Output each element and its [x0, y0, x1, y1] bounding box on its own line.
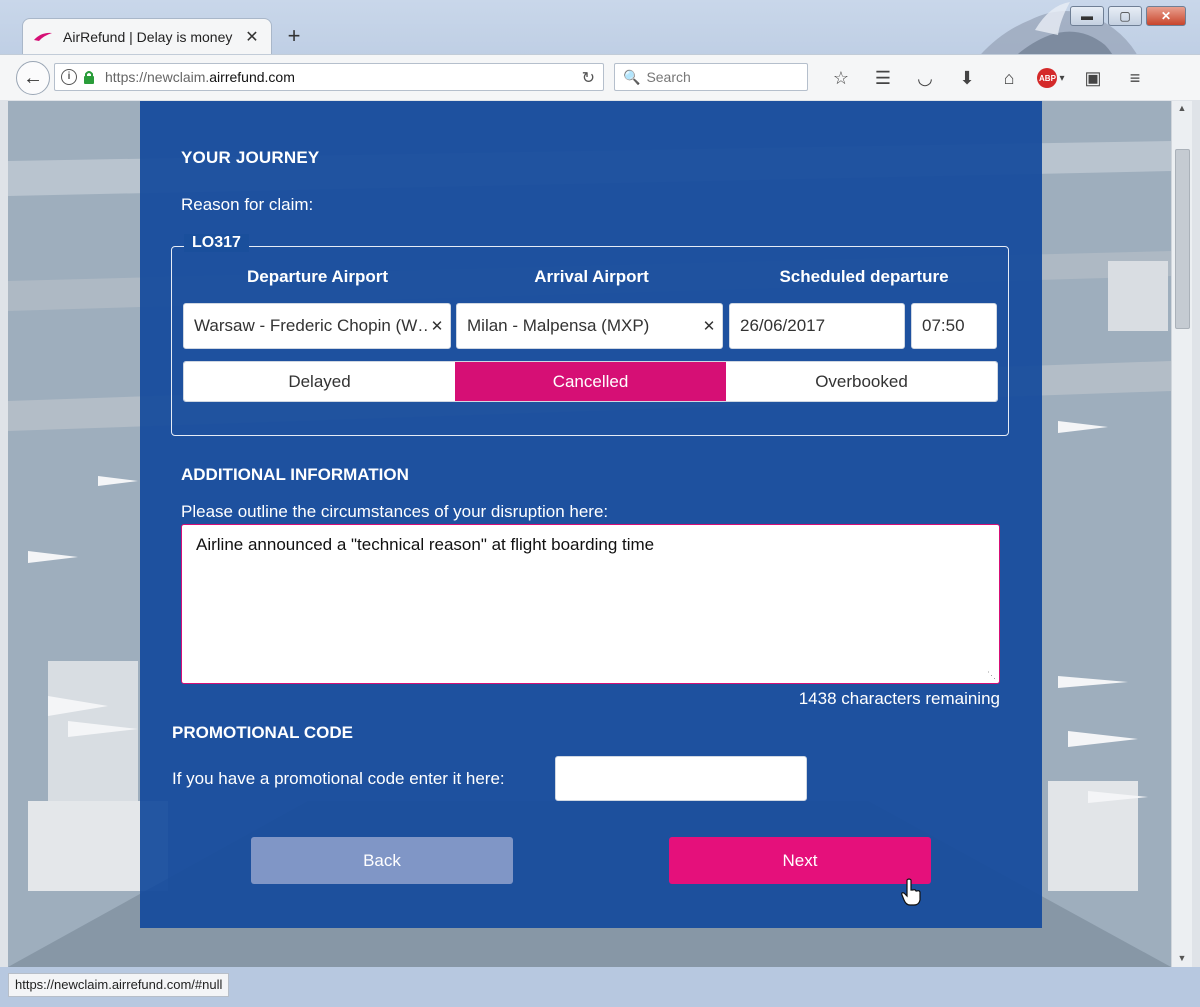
- browser-chrome: AirRefund | Delay is money ✕ + ▬ ▢ ✕ ← i…: [0, 0, 1200, 100]
- url-bar[interactable]: i https://newclaim. airrefund.com ↻: [54, 63, 604, 91]
- reading-list-icon[interactable]: ☰: [862, 65, 904, 91]
- url-host: airrefund.com: [209, 69, 295, 85]
- search-placeholder: Search: [646, 69, 691, 85]
- pocket-icon[interactable]: ◡: [904, 65, 946, 91]
- adblock-plus-icon[interactable]: ABP ▾: [1030, 65, 1072, 91]
- flight-fieldset: LO317 Departure Airport Arrival Airport …: [171, 234, 1009, 436]
- promotional-code-heading: PROMOTIONAL CODE: [172, 723, 354, 742]
- claim-reason-selector: Delayed Cancelled Overbooked: [183, 361, 998, 402]
- status-bar-url: https://newclaim.airrefund.com/#null: [8, 973, 230, 997]
- departure-date-field[interactable]: 26/06/2017: [729, 303, 905, 349]
- scroll-thumb[interactable]: [1175, 149, 1190, 329]
- promotional-code-label: If you have a promotional code enter it …: [172, 769, 505, 788]
- minimize-button[interactable]: ▬: [1070, 6, 1104, 26]
- departure-date-value: 26/06/2017: [740, 316, 826, 335]
- maximize-button[interactable]: ▢: [1108, 6, 1142, 26]
- additional-information-heading: ADDITIONAL INFORMATION: [181, 465, 409, 484]
- scroll-down-icon[interactable]: ▼: [1176, 953, 1188, 965]
- resize-grip-icon[interactable]: ⋱: [987, 670, 996, 681]
- reason-for-claim-label: Reason for claim:: [181, 195, 314, 214]
- your-journey-heading: YOUR JOURNEY: [181, 148, 320, 167]
- tab-title: AirRefund | Delay is money: [63, 28, 233, 45]
- arrival-airport-value: Milan - Malpensa (MXP): [467, 316, 650, 335]
- window-controls: ▬ ▢ ✕: [1070, 6, 1186, 26]
- bookmark-star-icon[interactable]: ☆: [820, 65, 862, 91]
- tab-close-icon[interactable]: ✕: [243, 27, 261, 47]
- arrival-airport-header: Arrival Airport: [534, 267, 649, 286]
- browser-tab[interactable]: AirRefund | Delay is money ✕: [22, 18, 272, 54]
- airrefund-favicon-icon: [33, 30, 53, 44]
- adblock-dropdown-icon: ▾: [1059, 72, 1065, 84]
- download-icon[interactable]: ⬇: [946, 65, 988, 91]
- disruption-circumstances-label: Please outline the circumstances of your…: [181, 502, 609, 521]
- toolbar-icons: ☆ ☰ ◡ ⬇ ⌂ ABP ▾ ▣ ≡: [820, 65, 1156, 91]
- close-window-button[interactable]: ✕: [1146, 6, 1186, 26]
- clear-departure-icon[interactable]: ✕: [428, 317, 446, 335]
- secure-lock-icon: [83, 70, 95, 84]
- reason-cancelled-button[interactable]: Cancelled: [455, 362, 726, 401]
- disruption-description-text: Airline announced a "technical reason" a…: [196, 535, 655, 554]
- claim-form-panel: YOUR JOURNEY Reason for claim: LO317 Dep…: [140, 101, 1042, 928]
- departure-time-field[interactable]: 07:50: [911, 303, 997, 349]
- menu-hamburger-icon[interactable]: ≡: [1114, 65, 1156, 91]
- characters-remaining: 1438 characters remaining: [798, 689, 1000, 708]
- reason-delayed-button[interactable]: Delayed: [184, 362, 455, 401]
- scheduled-departure-header: Scheduled departure: [779, 267, 949, 286]
- departure-time-value: 07:50: [922, 316, 965, 335]
- page-scrollbar[interactable]: ▲ ▼: [1171, 101, 1192, 967]
- scroll-up-icon[interactable]: ▲: [1176, 103, 1188, 115]
- screenshot-icon[interactable]: ▣: [1072, 65, 1114, 91]
- new-tab-button[interactable]: +: [282, 24, 306, 48]
- search-input[interactable]: 🔍 Search: [614, 63, 808, 91]
- departure-airport-header: Departure Airport: [246, 267, 389, 286]
- back-button[interactable]: Back: [251, 837, 513, 884]
- departure-airport-value: Warsaw - Frederic Chopin (W…: [194, 316, 428, 335]
- next-button[interactable]: Next: [669, 837, 931, 884]
- url-prefix: https://newclaim.: [105, 69, 210, 85]
- reload-icon[interactable]: ↻: [582, 68, 595, 88]
- flight-number: LO317: [184, 234, 249, 252]
- hand-pointer-cursor-icon: [900, 878, 922, 906]
- arrival-airport-field[interactable]: Milan - Malpensa (MXP) ✕: [456, 303, 723, 349]
- departure-airport-field[interactable]: Warsaw - Frederic Chopin (W… ✕: [183, 303, 451, 349]
- home-icon[interactable]: ⌂: [988, 65, 1030, 91]
- clear-arrival-icon[interactable]: ✕: [700, 317, 718, 335]
- promotional-code-input[interactable]: [555, 756, 807, 801]
- back-arrow-icon[interactable]: ←: [16, 61, 50, 95]
- site-info-icon[interactable]: i: [61, 69, 77, 85]
- search-icon: 🔍: [623, 68, 641, 85]
- reason-overbooked-button[interactable]: Overbooked: [726, 362, 997, 401]
- navigation-toolbar: ← i https://newclaim. airrefund.com ↻ 🔍 …: [0, 54, 1200, 100]
- disruption-description-textarea[interactable]: Airline announced a "technical reason" a…: [181, 524, 1000, 684]
